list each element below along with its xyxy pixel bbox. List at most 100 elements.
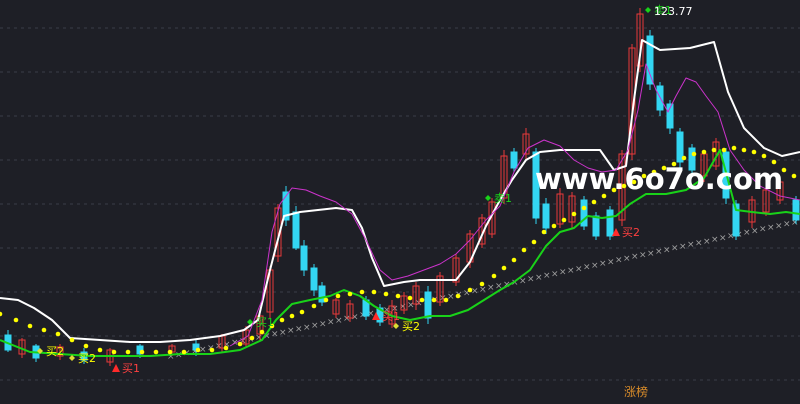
indicator-dot — [223, 345, 229, 351]
indicator-dot — [395, 293, 401, 299]
indicator-dot — [259, 329, 265, 335]
triangle-marker — [112, 364, 120, 372]
indicator-dot — [13, 317, 19, 323]
indicator-dot — [383, 291, 389, 297]
grid-lines — [0, 27, 800, 381]
support-marker: × — [399, 302, 407, 312]
support-marker: × — [175, 350, 183, 360]
support-marker: × — [623, 254, 631, 264]
support-marker: × — [279, 328, 287, 338]
signal-label: 买2 — [46, 345, 64, 358]
indicator-dot — [323, 297, 329, 303]
support-marker: × — [679, 242, 687, 252]
support-marker: × — [631, 252, 639, 262]
support-marker: × — [311, 321, 319, 331]
support-marker: × — [535, 273, 543, 283]
candle-body — [310, 267, 318, 291]
support-marker: × — [759, 225, 767, 235]
support-marker: × — [479, 285, 487, 295]
support-marker: × — [711, 235, 719, 245]
indicator-dot — [681, 155, 687, 161]
indicator-dot — [69, 337, 75, 343]
peak-price-label: 123.77 — [654, 5, 693, 18]
signal-label: 买1 — [382, 310, 400, 323]
stock-chart: × × × × × × × × × × × × × × × × × × × × × × × × × × × ×× × × × × × × × × × × ×… — [0, 4, 800, 399]
indicator-dot — [731, 145, 737, 151]
indicator-dot — [551, 223, 557, 229]
support-marker: × — [551, 269, 559, 279]
indicator-dot — [501, 265, 507, 271]
indicator-dot — [591, 199, 597, 205]
indicator-dot — [791, 173, 797, 179]
support-marker: × — [719, 233, 727, 243]
support-marker: × — [647, 249, 655, 259]
indicator-dot — [531, 239, 537, 245]
indicator-dot — [139, 349, 145, 355]
indicator-dot — [419, 297, 425, 303]
support-marker: × — [287, 326, 295, 336]
indicator-dot — [289, 313, 295, 319]
indicator-dot — [55, 331, 61, 337]
indicator-dot — [311, 303, 317, 309]
support-marker: × — [655, 247, 663, 257]
indicator-dot — [711, 147, 717, 153]
signal-label: 买2 — [622, 226, 640, 239]
signal-label: 买2 — [78, 352, 96, 365]
bottom-tag-label: 涨榜 — [624, 384, 648, 399]
indicator-dot — [491, 273, 497, 279]
support-marker: × — [575, 264, 583, 274]
indicator-dot — [209, 347, 215, 353]
indicator-dot — [41, 327, 47, 333]
indicator-dot — [125, 349, 131, 355]
indicator-dot — [691, 151, 697, 157]
signal-label: 买2 — [402, 320, 420, 333]
indicator-dot — [181, 349, 187, 355]
indicator-dot — [347, 291, 353, 297]
support-marker: × — [615, 256, 623, 266]
support-marker: × — [583, 263, 591, 273]
indicator-dot — [581, 205, 587, 211]
indicator-dot — [237, 341, 243, 347]
support-marker: × — [775, 221, 783, 231]
support-marker: × — [671, 244, 679, 254]
chart-area: × × × × × × × × × × × × × × × × × × × × × × × × × × × × × × × × × × × × × × × ×… — [0, 0, 800, 400]
support-marker: × — [783, 220, 791, 230]
indicator-dot — [721, 147, 727, 153]
indicator-dot — [751, 149, 757, 155]
indicator-dot — [111, 349, 117, 355]
watermark-text: www.6o7o.com — [535, 162, 783, 196]
fast-line — [229, 63, 800, 347]
indicator-dot — [299, 309, 305, 315]
indicator-dot — [431, 297, 437, 303]
support-marker: × — [327, 318, 335, 328]
indicator-dot — [701, 149, 707, 155]
indicator-dot — [407, 295, 413, 301]
signal-label: 买1 — [256, 316, 274, 329]
indicator-dot — [455, 293, 461, 299]
indicator-dot — [0, 311, 3, 317]
indicator-dot — [541, 229, 547, 235]
support-marker: × — [591, 261, 599, 271]
support-marker: × — [487, 283, 495, 293]
support-marker: × — [599, 259, 607, 269]
support-marker: × — [351, 312, 359, 322]
indicator-dot — [741, 147, 747, 153]
support-marker: × — [295, 324, 303, 334]
candle-body — [300, 245, 308, 271]
candle-body — [292, 211, 300, 249]
support-marker: × — [559, 268, 567, 278]
indicator-dot — [249, 335, 255, 341]
support-marker: × — [319, 319, 327, 329]
indicator-dot — [83, 343, 89, 349]
indicator-dot — [27, 323, 33, 329]
support-marker: × — [607, 257, 615, 267]
indicator-dot — [511, 257, 517, 263]
indicator-dot — [335, 293, 341, 299]
support-marker: × — [695, 238, 703, 248]
candle-body — [510, 151, 518, 169]
candle-body — [606, 209, 614, 237]
support-marker: × — [639, 251, 647, 261]
diamond-marker — [645, 7, 651, 13]
indicator-dot — [761, 153, 767, 159]
indicator-dot — [195, 347, 201, 353]
